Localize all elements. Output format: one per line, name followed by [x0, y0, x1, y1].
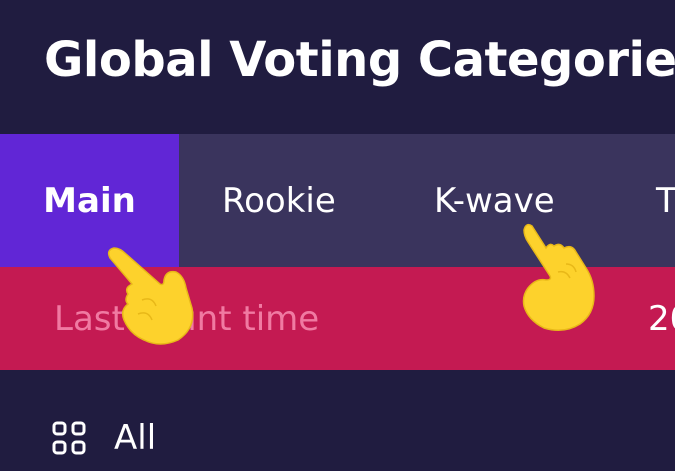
filter-all-label: All [114, 418, 157, 458]
app-screen: Global Voting Categories Main Rookie K-w… [0, 0, 675, 471]
tab-partial[interactable]: T [656, 134, 675, 267]
page-title: Global Voting Categories [44, 32, 675, 88]
tab-rookie-label: Rookie [222, 180, 336, 221]
tab-partial-label: T [656, 180, 675, 221]
tab-main-label: Main [43, 180, 136, 221]
filter-all-button[interactable]: All [52, 414, 156, 462]
header: Global Voting Categories [0, 0, 675, 134]
pointing-hand-icon [522, 223, 595, 331]
tab-rookie[interactable]: Rookie [222, 134, 336, 267]
last-count-value: 20 [648, 298, 675, 339]
grid-icon [52, 421, 86, 455]
tab-k-wave-label: K-wave [434, 180, 555, 221]
pointing-hand-icon [107, 247, 194, 345]
